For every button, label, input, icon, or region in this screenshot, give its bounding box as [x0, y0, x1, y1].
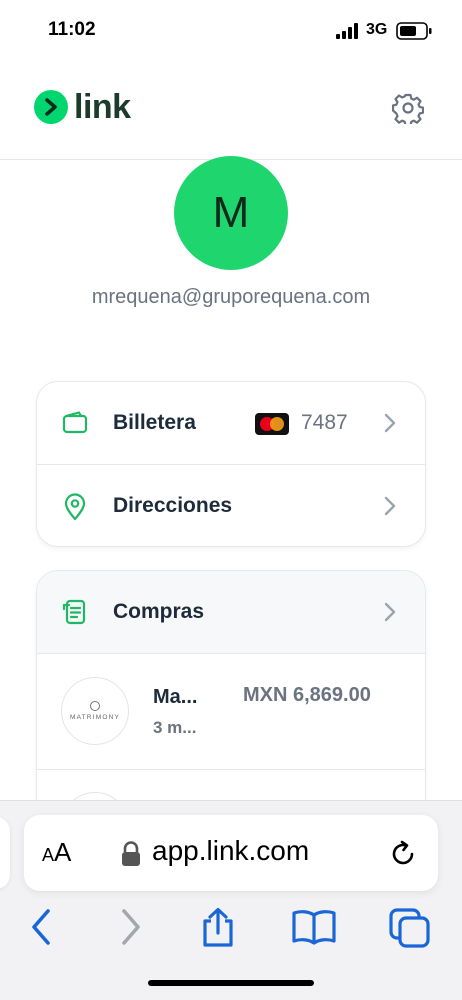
- mastercard-icon: [255, 413, 289, 435]
- logo-text: link: [74, 88, 131, 126]
- receipt-icon: [61, 598, 89, 631]
- network-type-label: 3G: [366, 21, 388, 38]
- status-bar: 11:02 3G: [0, 0, 462, 62]
- browser-toolbar: AA app.link.com: [0, 800, 462, 1000]
- purchases-card: Compras MATRIMONY Ma... 3 m... MXN 6,869…: [36, 570, 426, 830]
- gear-icon[interactable]: [391, 92, 425, 129]
- app-header: link: [0, 62, 462, 160]
- chevron-right-icon: [383, 495, 397, 522]
- chevron-right-icon: [34, 90, 68, 124]
- url-text[interactable]: app.link.com: [152, 835, 309, 867]
- user-email: mrequena@gruporequena.com: [91, 286, 371, 308]
- addresses-row[interactable]: Direcciones: [37, 464, 425, 546]
- ring-icon: [90, 701, 100, 711]
- link-logo[interactable]: link: [34, 90, 131, 124]
- merchant-logo-text: MATRIMONY: [69, 714, 121, 721]
- purchases-label: Compras: [113, 600, 205, 623]
- card-last4: 7487: [301, 411, 348, 434]
- merchant-logo: MATRIMONY: [61, 677, 129, 745]
- wallet-row[interactable]: Billetera 7487: [37, 382, 425, 464]
- location-pin-icon: [61, 492, 89, 527]
- address-bar[interactable]: AA app.link.com: [24, 815, 438, 891]
- back-icon[interactable]: [28, 907, 54, 952]
- purchase-amount: MXN 6,869.00: [243, 684, 371, 706]
- avatar: M: [174, 156, 288, 270]
- home-indicator[interactable]: [148, 980, 314, 986]
- purchase-date: 3 m...: [153, 718, 197, 737]
- addresses-label: Direcciones: [113, 493, 233, 517]
- purchases-header-row[interactable]: Compras: [37, 571, 425, 653]
- lock-icon: [120, 841, 142, 872]
- purchase-item[interactable]: MATRIMONY Ma... 3 m... MXN 6,869.00: [37, 653, 425, 769]
- wallet-label: Billetera: [113, 411, 196, 434]
- battery-icon: [396, 22, 432, 45]
- tabs-icon[interactable]: [388, 907, 432, 954]
- bookmarks-icon[interactable]: [290, 907, 338, 952]
- text-size-button[interactable]: AA: [42, 837, 71, 868]
- status-time: 11:02: [48, 19, 96, 40]
- signal-bars-icon: [336, 23, 360, 44]
- reload-icon[interactable]: [388, 839, 418, 874]
- share-icon[interactable]: [198, 907, 238, 954]
- purchase-merchant-name: Ma...: [153, 686, 198, 708]
- wallet-icon: [61, 409, 89, 442]
- chevron-right-icon: [383, 601, 397, 628]
- forward-icon[interactable]: [118, 907, 144, 952]
- chevron-right-icon: [383, 412, 397, 439]
- account-card: Billetera 7487 Direcciones: [36, 381, 426, 547]
- previous-tab-peek[interactable]: [0, 817, 10, 889]
